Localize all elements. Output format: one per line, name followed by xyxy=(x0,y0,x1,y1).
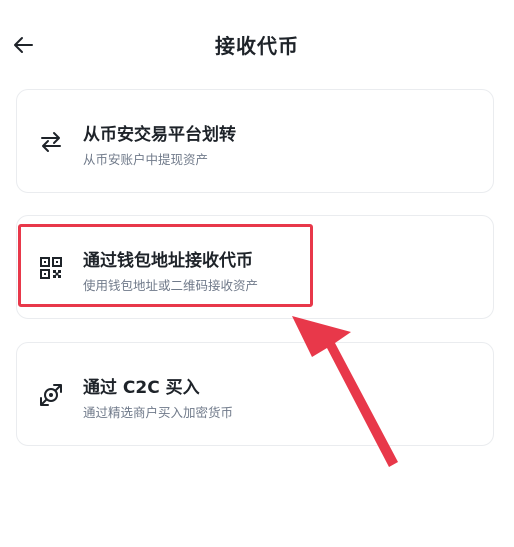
header: 接收代币 xyxy=(0,0,514,88)
option-title: 通过钱包地址接收代币 xyxy=(83,251,253,271)
option-buy-via-c2c[interactable]: 通过 C2C 买入 通过精选商户买入加密货币 xyxy=(16,342,494,446)
option-subtitle: 从币安账户中提现资产 xyxy=(83,152,209,167)
option-subtitle: 使用钱包地址或二维码接收资产 xyxy=(83,278,259,293)
page-title: 接收代币 xyxy=(215,34,299,58)
option-title: 通过 C2C 买入 xyxy=(83,378,200,398)
option-title: 从币安交易平台划转 xyxy=(83,125,236,145)
option-receive-by-wallet-address[interactable]: 通过钱包地址接收代币 使用钱包地址或二维码接收资产 xyxy=(16,215,494,319)
option-transfer-from-exchange[interactable]: 从币安交易平台划转 从币安账户中提现资产 xyxy=(16,89,494,193)
transfer-arrows-icon xyxy=(37,128,65,156)
c2c-exchange-icon xyxy=(37,381,65,409)
option-subtitle: 通过精选商户买入加密货币 xyxy=(83,405,234,420)
receive-token-page: 接收代币 从币安交易平台划转 从币安账户中提现资产 通过钱包地址接收代币 使用钱… xyxy=(0,0,514,547)
qr-code-icon xyxy=(37,254,65,282)
